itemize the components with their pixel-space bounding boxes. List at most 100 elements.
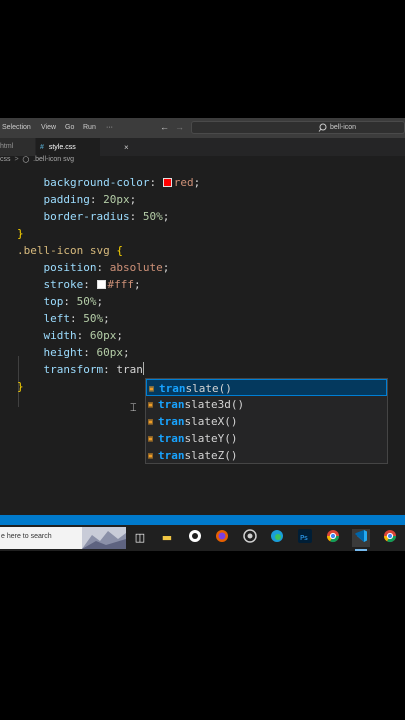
suggestion-item[interactable]: ▣ translate() (146, 379, 387, 396)
photoshop-label: Ps (300, 534, 308, 542)
css-value: 20px (103, 193, 130, 206)
method-icon: ▣ (148, 434, 153, 443)
opening-brace: { (116, 244, 123, 257)
css-value: absolute (109, 261, 163, 274)
suggestion-item[interactable]: ▣ translateY() (146, 430, 387, 447)
colon: : (83, 346, 90, 359)
css-property: stroke (43, 278, 84, 291)
command-center-search[interactable]: bell-icon (191, 121, 405, 134)
obs-icon[interactable] (241, 529, 259, 547)
menu-more[interactable]: ··· (106, 124, 113, 131)
code-line: .bell-icon svg { (17, 242, 123, 259)
semicolon: ; (129, 193, 137, 206)
app-icon[interactable] (186, 529, 204, 547)
suggestion-label: slateX() (184, 415, 238, 428)
code-line: height: 60px; (17, 344, 130, 361)
code-line: top: 50%; (17, 293, 104, 310)
color-swatch-white[interactable] (96, 280, 106, 289)
css-property: height (43, 346, 84, 359)
code-line: position: absolute; (17, 259, 170, 276)
search-icon (318, 123, 327, 132)
suggestion-match: tran (158, 432, 185, 445)
colon: : (63, 295, 70, 308)
css-value: 50% (83, 312, 104, 325)
breadcrumb: css > ◯ .bell-icon svg (0, 156, 76, 169)
suggestion-label: slate() (185, 382, 232, 395)
suggestion-match: tran (158, 398, 185, 411)
css-property: padding (43, 193, 90, 206)
method-icon: ▣ (148, 451, 153, 460)
suggestion-match: tran (158, 449, 185, 462)
closing-brace: } (17, 380, 24, 393)
colon: : (70, 312, 77, 325)
css-file-icon: # (40, 144, 44, 151)
chrome-profile-icon[interactable] (381, 529, 399, 547)
css-property: width (43, 329, 77, 342)
css-property: transform (43, 363, 104, 376)
css-property: top (43, 295, 64, 308)
taskbar-search-box[interactable]: e here to search (0, 527, 126, 549)
suggestion-item[interactable]: ▣ translateZ() (146, 447, 387, 464)
vscode-icon[interactable] (352, 529, 370, 547)
menu-run[interactable]: Run (83, 124, 96, 131)
css-value: red (173, 176, 194, 189)
breadcrumb-file[interactable]: css (0, 156, 11, 163)
line-gutter (0, 174, 3, 191)
css-property: left (43, 312, 71, 325)
tab-bar: html # style.css × (0, 138, 405, 156)
colon: : (129, 210, 137, 223)
css-value: 60px (89, 329, 117, 342)
tab-style-css[interactable]: # style.css × (36, 138, 129, 156)
code-line: stroke: #fff; (17, 276, 141, 293)
code-line: } (17, 225, 24, 242)
task-view-icon[interactable]: ◫ (131, 529, 149, 547)
suggestion-match: tran (159, 382, 186, 395)
vscode-window: Selection View Go Run ··· ← → bell-icon … (0, 118, 405, 551)
semicolon: ; (116, 329, 123, 342)
suggestion-label: slate3d() (184, 398, 245, 411)
method-icon: ▣ (148, 400, 153, 409)
tab-html-file[interactable]: html (0, 138, 35, 156)
semicolon: ; (134, 278, 141, 291)
menu-selection[interactable]: Selection (2, 124, 31, 131)
css-value: 50% (76, 295, 97, 308)
code-line: width: 60px; (17, 327, 124, 344)
code-line-active: transform: tran (17, 361, 144, 378)
symbol-icon: ◯ (22, 157, 30, 163)
firefox-icon[interactable] (213, 529, 231, 547)
closing-brace: } (17, 227, 24, 240)
color-swatch-red[interactable] (162, 178, 172, 187)
title-bar: Selection View Go Run ··· ← → bell-icon (0, 118, 405, 138)
semicolon: ; (103, 312, 110, 325)
suggestion-label: slateZ() (184, 449, 238, 462)
code-line: background-color: red; (17, 174, 201, 191)
suggestion-match: tran (158, 415, 185, 428)
colon: : (83, 278, 90, 291)
colon: : (103, 363, 110, 376)
edge-icon[interactable] (268, 529, 286, 547)
mouse-ibeam-cursor-icon: ⌶ (130, 401, 137, 414)
back-arrow-icon[interactable]: ← (160, 122, 169, 132)
css-property: border-radius (43, 210, 130, 223)
close-icon[interactable]: × (124, 143, 129, 152)
photoshop-icon[interactable]: Ps (296, 529, 314, 547)
chrome-icon[interactable] (324, 529, 342, 547)
file-explorer-icon[interactable]: ▬ (158, 529, 176, 547)
colon: : (96, 261, 104, 274)
code-line: border-radius: 50%; (17, 208, 170, 225)
semicolon: ; (96, 295, 104, 308)
forward-arrow-icon[interactable]: → (175, 122, 184, 132)
colon: : (149, 176, 157, 189)
search-placeholder: e here to search (1, 533, 52, 540)
code-line: left: 50%; (17, 310, 110, 327)
text-cursor (142, 362, 144, 375)
suggestion-item[interactable]: ▣ translateX() (146, 413, 387, 430)
css-value: #fff (107, 278, 135, 291)
code-line: } (17, 378, 24, 395)
command-center-text: bell-icon (330, 124, 357, 131)
menu-go[interactable]: Go (65, 124, 74, 131)
breadcrumb-symbol[interactable]: .bell-icon svg (33, 156, 74, 163)
menu-view[interactable]: View (41, 124, 56, 131)
css-selector: .bell-icon svg (17, 244, 110, 257)
suggestion-item[interactable]: ▣ translate3d() (146, 396, 387, 413)
